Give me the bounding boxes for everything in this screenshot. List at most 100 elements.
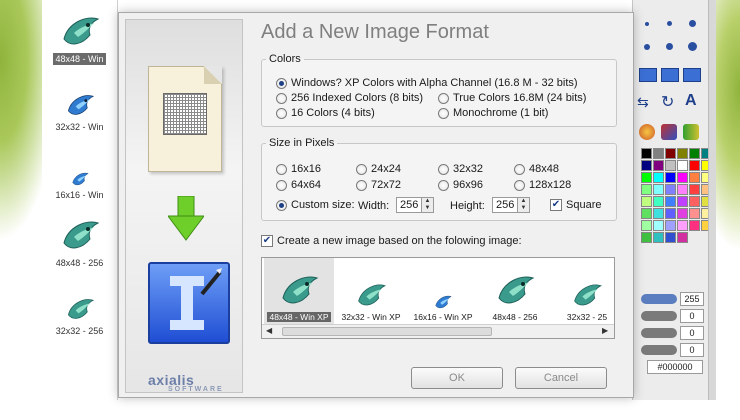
palette-swatch[interactable] [677, 208, 688, 219]
checkbox[interactable]: ✔ [550, 199, 562, 211]
source-image-gallery[interactable]: 48x48 - Win XP 32x32 - Win XP 16x16 - Wi… [261, 257, 615, 339]
list-item[interactable]: 32x32 - 256 [42, 272, 117, 340]
palette-swatch[interactable] [677, 160, 688, 171]
size-option-96[interactable]: 96x96 [438, 179, 483, 191]
size-option-32[interactable]: 32x32 [438, 163, 483, 175]
palette-swatch[interactable] [641, 172, 652, 183]
radio-button[interactable] [356, 163, 367, 175]
scroll-left-icon[interactable]: ◀ [266, 326, 272, 335]
palette-swatch[interactable] [677, 196, 688, 207]
spin-down-icon[interactable]: ▼ [422, 205, 433, 212]
scroll-right-icon[interactable]: ▶ [602, 326, 608, 335]
palette-swatch[interactable] [665, 184, 676, 195]
radio-button[interactable] [514, 163, 525, 175]
filled-rectangle-tool-icon[interactable] [661, 68, 679, 82]
palette-swatch[interactable] [689, 184, 700, 195]
gallery-item[interactable]: 48x48 - 256 [480, 258, 550, 324]
palette-swatch[interactable] [653, 148, 664, 159]
palette-swatch[interactable] [653, 208, 664, 219]
size-option-16[interactable]: 16x16 [276, 163, 321, 175]
size-option-128[interactable]: 128x128 [514, 179, 571, 191]
palette-swatch[interactable] [641, 220, 652, 231]
width-spinner[interactable]: 256 ▲ ▼ [396, 197, 434, 213]
palette-swatch[interactable] [689, 220, 700, 231]
list-item[interactable]: 48x48 - Win [42, 0, 117, 68]
width-input[interactable]: 256 [396, 197, 422, 213]
palette-swatch[interactable] [677, 220, 688, 231]
size-option-48[interactable]: 48x48 [514, 163, 559, 175]
gallery-item[interactable]: 32x32 - 25 [552, 258, 614, 324]
alpha-slider[interactable] [641, 345, 677, 355]
radio-button[interactable] [276, 199, 287, 211]
palette-swatch[interactable] [665, 148, 676, 159]
hex-color-field[interactable]: #000000 [647, 360, 703, 374]
palette-swatch[interactable] [641, 184, 652, 195]
palette-swatch[interactable] [641, 196, 652, 207]
swap-icon[interactable]: ⇆ [637, 94, 649, 111]
radio-button[interactable] [276, 179, 287, 191]
palette-swatch[interactable] [665, 232, 676, 243]
image-format-list[interactable]: 48x48 - Win 32x32 - Win 16x16 - Win 48x4… [42, 0, 118, 400]
list-item[interactable]: 32x32 - Win [42, 68, 117, 136]
cancel-button[interactable]: Cancel [515, 367, 607, 389]
size-option-custom[interactable]: Custom size: [276, 199, 355, 211]
square-checkbox[interactable]: ✔ Square [550, 199, 601, 211]
color-option-true-color[interactable]: True Colors 16.8M (24 bits) [438, 92, 586, 104]
palette-swatch[interactable] [689, 196, 700, 207]
radio-button[interactable] [438, 179, 449, 191]
gallery-scrollbar[interactable]: ◀ ▶ [262, 324, 614, 338]
radio-button[interactable] [438, 92, 449, 104]
blue-slider[interactable] [641, 328, 677, 338]
color-option-16[interactable]: 16 Colors (4 bits) [276, 107, 375, 119]
gradient-rectangle-tool-icon[interactable] [683, 68, 701, 82]
brush-size-dots[interactable] [633, 0, 709, 60]
rectangle-tool-icon[interactable] [639, 68, 657, 82]
red-value[interactable]: 255 [680, 292, 704, 306]
radio-button[interactable] [276, 92, 287, 104]
color-palette-grid[interactable] [641, 148, 712, 243]
green-slider[interactable] [641, 311, 677, 321]
palette-swatch[interactable] [665, 208, 676, 219]
color-picker-icon[interactable] [639, 124, 655, 140]
palette-swatch[interactable] [641, 232, 652, 243]
palette-swatch[interactable] [677, 148, 688, 159]
checkbox[interactable]: ✔ [261, 235, 273, 247]
palette-swatch[interactable] [689, 172, 700, 183]
radio-button[interactable] [438, 107, 449, 119]
radio-button[interactable] [356, 179, 367, 191]
palette-swatch[interactable] [689, 208, 700, 219]
palette-swatch[interactable] [665, 220, 676, 231]
palette-swatch[interactable] [653, 160, 664, 171]
blue-value[interactable]: 0 [680, 326, 704, 340]
palette-swatch[interactable] [677, 172, 688, 183]
scrollbar-thumb[interactable] [282, 327, 492, 336]
palette-swatch[interactable] [653, 196, 664, 207]
palette-swatch[interactable] [677, 232, 688, 243]
size-option-72[interactable]: 72x72 [356, 179, 401, 191]
palette-swatch[interactable] [641, 148, 652, 159]
radio-button[interactable] [514, 179, 525, 191]
palette-swatch[interactable] [689, 160, 700, 171]
radio-button[interactable] [276, 107, 287, 119]
palette-swatches-icon[interactable] [683, 124, 699, 140]
radio-button[interactable] [438, 163, 449, 175]
gallery-item[interactable]: 16x16 - Win XP [408, 258, 478, 324]
ok-button[interactable]: OK [411, 367, 503, 389]
panel-scrollbar[interactable] [708, 0, 716, 400]
based-on-checkbox[interactable]: ✔ Create a new image based on the folowi… [261, 235, 522, 247]
size-option-64[interactable]: 64x64 [276, 179, 321, 191]
palette-swatch[interactable] [665, 172, 676, 183]
palette-swatch[interactable] [689, 148, 700, 159]
palette-swatch[interactable] [641, 160, 652, 171]
palette-swatch[interactable] [653, 184, 664, 195]
gallery-item[interactable]: 48x48 - Win XP [264, 258, 334, 324]
size-option-24[interactable]: 24x24 [356, 163, 401, 175]
palette-swatch[interactable] [653, 172, 664, 183]
spin-up-icon[interactable]: ▲ [422, 198, 433, 205]
palette-swatch[interactable] [653, 232, 664, 243]
spin-up-icon[interactable]: ▲ [518, 198, 529, 205]
text-tool-icon[interactable]: A [685, 92, 697, 110]
green-value[interactable]: 0 [680, 309, 704, 323]
color-option-xp-alpha[interactable]: Windows? XP Colors with Alpha Channel (1… [276, 77, 578, 89]
list-item[interactable]: 48x48 - 256 [42, 204, 117, 272]
